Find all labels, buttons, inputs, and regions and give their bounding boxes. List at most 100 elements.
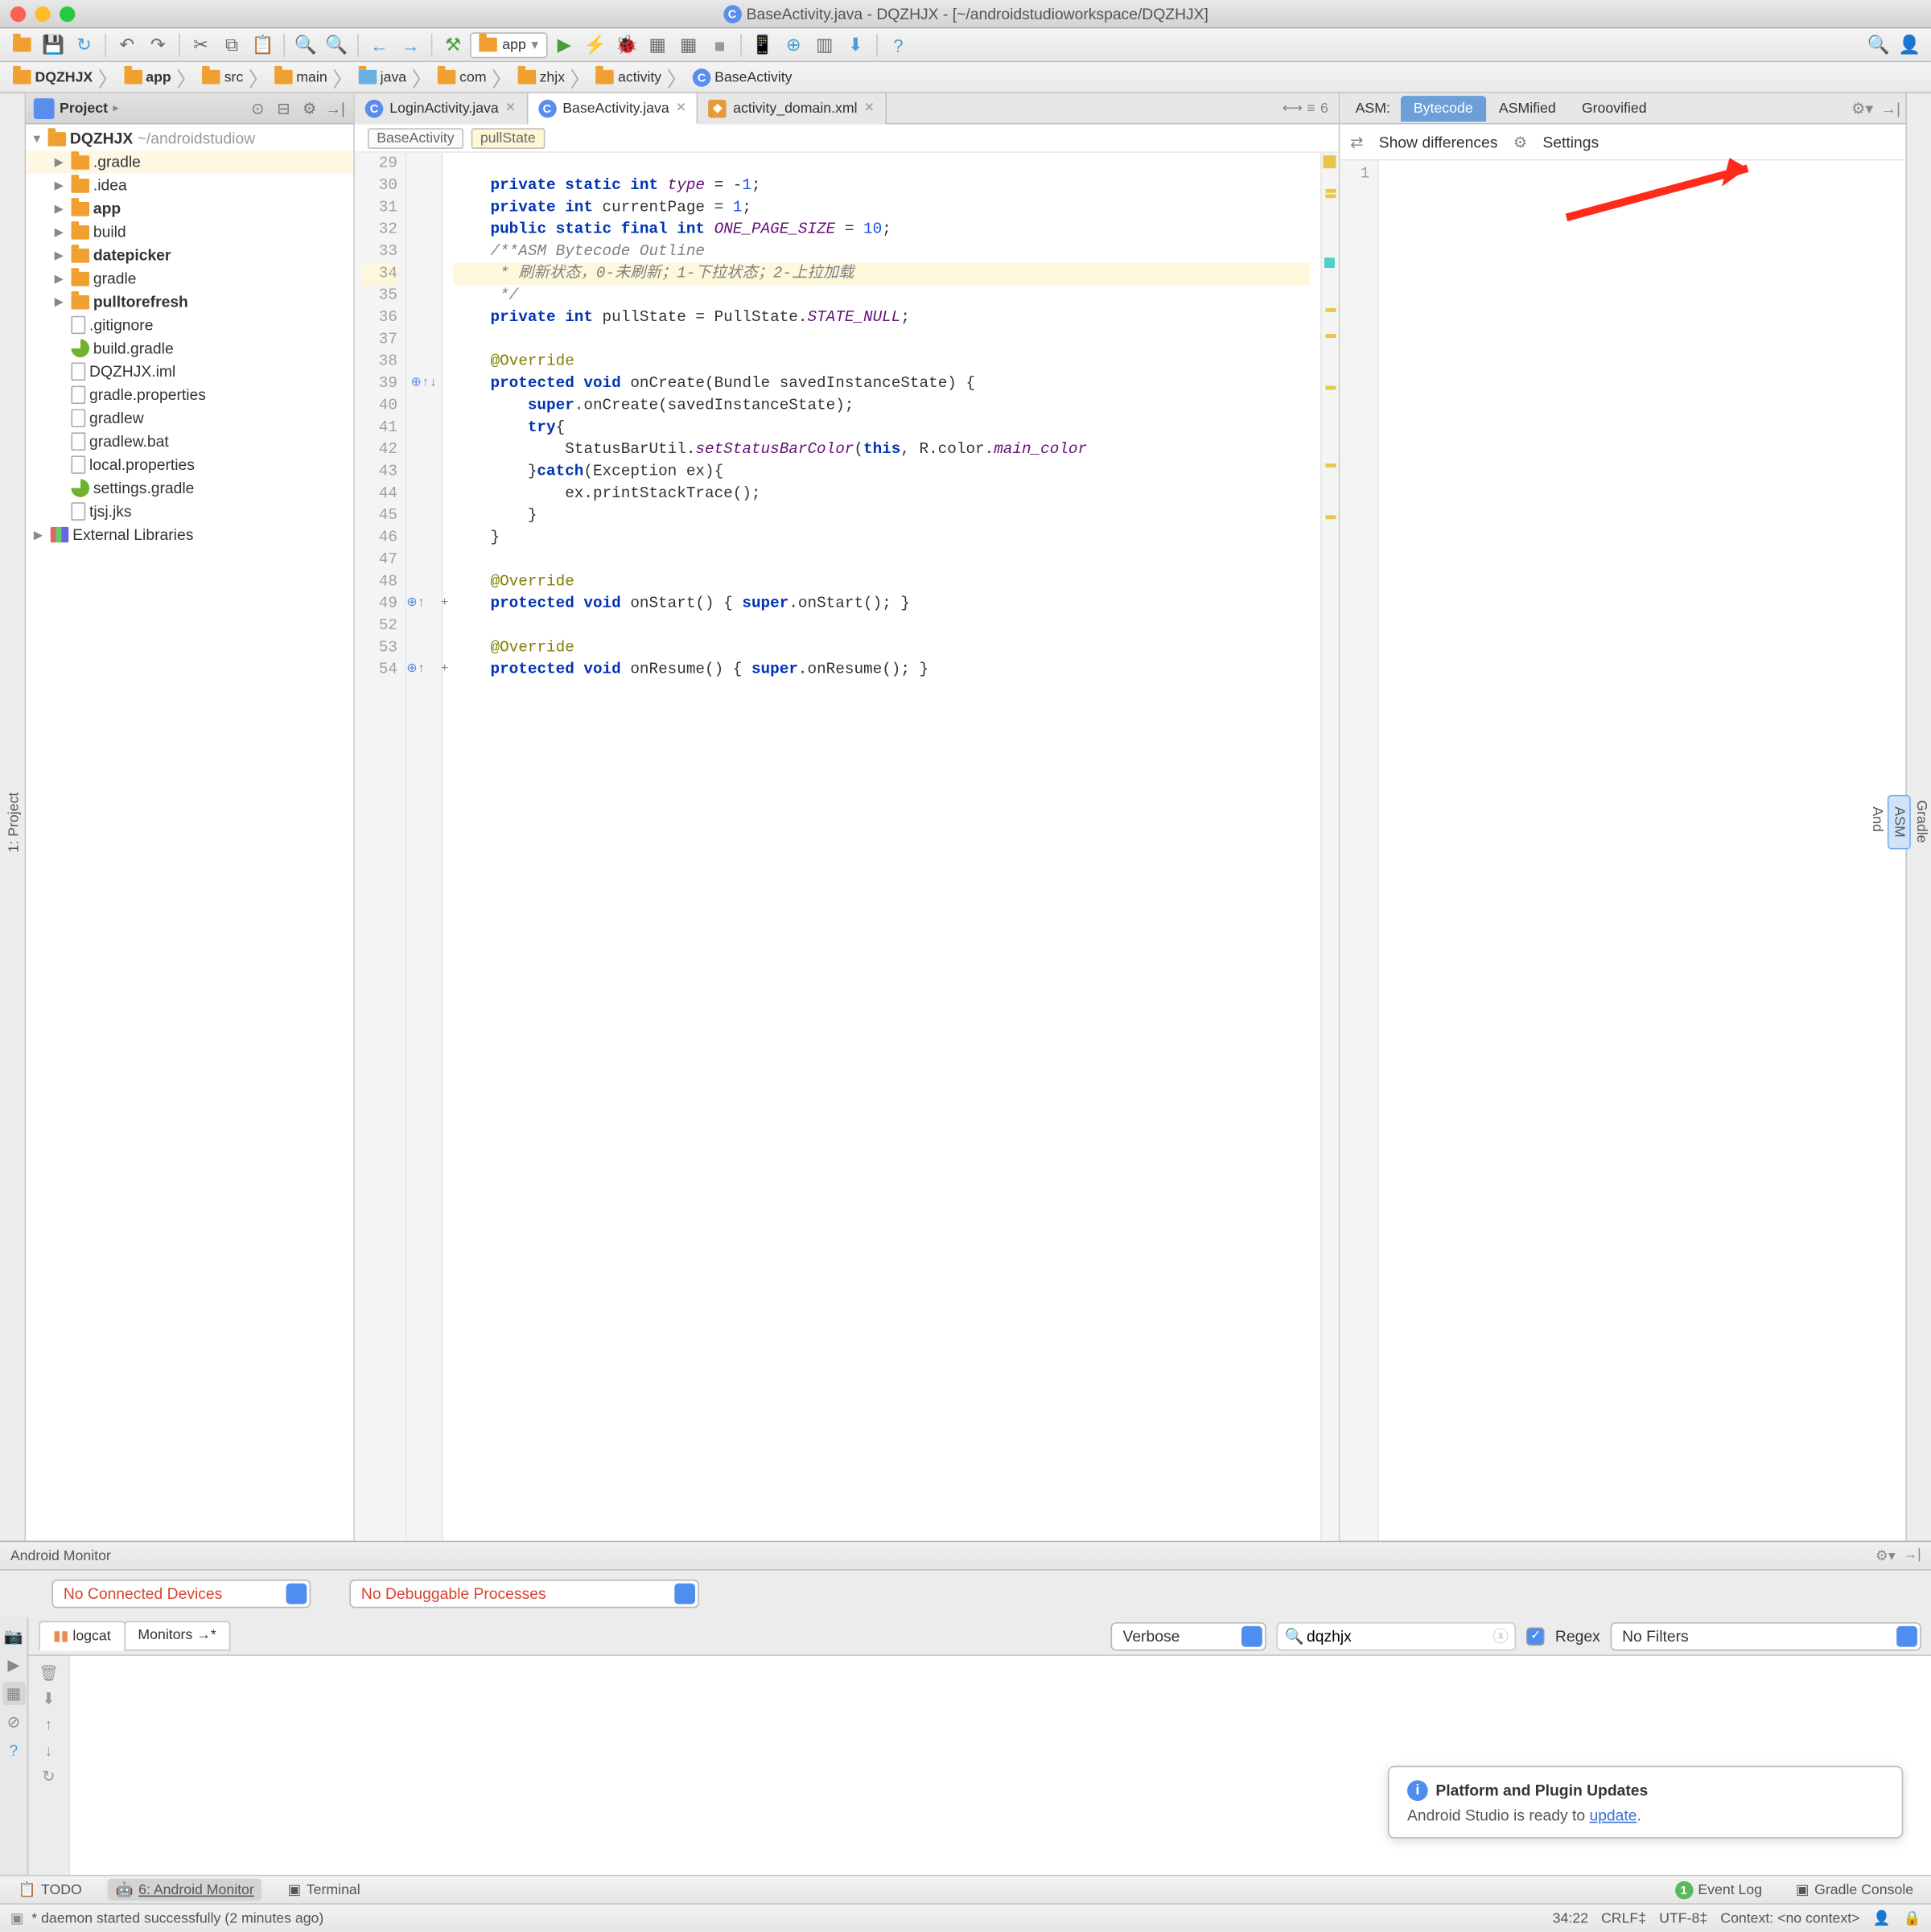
scroll-end-icon[interactable]: ⬇ [42,1690,55,1708]
replace-icon[interactable]: 🔍 [323,31,351,59]
asm-tab-bytecode[interactable]: Bytecode [1401,95,1486,121]
avd-icon[interactable]: 📱 [748,31,776,59]
code-editor[interactable]: 2930313233343536373839404142434445464748… [355,153,1339,1541]
trash-icon[interactable]: 🗑 [39,1664,59,1683]
attach-icon[interactable]: ▦ [674,31,702,59]
maximize-window[interactable] [60,6,75,21]
make-icon[interactable]: ⚒ [438,31,467,59]
tree-item[interactable]: tjsj.jks [26,500,353,523]
tree-item[interactable]: build.gradle [26,336,353,360]
editor-tab[interactable]: ◈activity_domain.xml✕ [698,93,887,124]
encoding[interactable]: UTF-8‡ [1659,1910,1707,1926]
back-icon[interactable]: ← [365,31,393,59]
regex-checkbox[interactable]: ✓ [1527,1627,1546,1646]
bc-item[interactable]: main [270,69,333,84]
close-icon[interactable]: ✕ [505,101,517,116]
asm-settings[interactable]: Settings [1542,133,1599,151]
scope-class[interactable]: BaseActivity [368,127,463,148]
line-ending[interactable]: CRLF‡ [1601,1910,1646,1926]
bc-item[interactable]: CBaseActivity [687,68,797,86]
apply-changes-icon[interactable]: ⚡ [581,31,609,59]
bc-item[interactable]: app [118,69,176,84]
scope-member[interactable]: pullState [471,127,545,148]
tree-item[interactable]: ▶.idea [26,174,353,197]
tab-overflow[interactable]: ⟷ ≡ 6 [1272,100,1339,117]
tree-item[interactable]: settings.gradle [26,476,353,500]
tree-item[interactable]: ▶.gradle [26,150,353,174]
forward-icon[interactable]: → [396,31,424,59]
tree-item[interactable]: .gitignore [26,313,353,336]
project-tree[interactable]: ▼ DQZHJX ~/androidstudiow ▶.gradle▶.idea… [26,124,353,1540]
save-icon[interactable]: 💾 [39,31,67,59]
soft-wrap-icon[interactable]: ↑ [45,1716,53,1734]
tree-item[interactable]: ▶datepicker [26,243,353,266]
update-link[interactable]: update [1589,1806,1637,1825]
print-icon[interactable]: ↓ [45,1741,53,1760]
profile-icon[interactable]: ▦ [643,31,671,59]
clear-icon[interactable]: ⓧ [1493,1625,1509,1646]
help-icon[interactable]: ? [884,31,912,59]
paste-icon[interactable]: 📋 [249,31,277,59]
copy-icon[interactable]: ⧉ [217,31,245,59]
tree-item[interactable]: ▶pulltorefresh [26,290,353,313]
process-select[interactable]: No Debuggable Processes [349,1580,698,1608]
layout-icon[interactable]: ▦ [2,1682,25,1705]
debug-icon[interactable]: 🐞 [612,31,640,59]
run-icon[interactable]: ▶ [550,31,578,59]
gear-icon[interactable]: ⚙▾ [1851,99,1873,117]
tab-gradle[interactable]: Gradle [1911,790,1931,854]
bc-item[interactable]: DQZHJX [8,69,98,84]
redo-icon[interactable]: ↷ [144,31,172,59]
sync-icon[interactable]: ↻ [70,31,98,59]
tree-item[interactable]: ▶build [26,220,353,244]
sdk-icon[interactable]: ⊕ [779,31,807,59]
tree-item[interactable]: gradlew [26,406,353,430]
editor-tab[interactable]: CLoginActivity.java✕ [355,93,528,124]
close-icon[interactable]: ✕ [864,101,875,116]
find-icon[interactable]: 🔍 [291,31,319,59]
error-stripe[interactable] [1320,153,1339,1541]
tree-item[interactable]: gradle.properties [26,383,353,406]
bc-item[interactable]: java [353,69,412,84]
logcat-tab[interactable]: ▮▮ logcat [39,1621,125,1650]
filter-select[interactable]: No Filters [1611,1621,1921,1650]
inspect-icon[interactable]: 👤 [1873,1909,1891,1926]
minimize-window[interactable] [35,6,50,21]
todo-tab[interactable]: 📋 TODO [10,1879,90,1901]
search-everywhere-icon[interactable]: 🔍 [1864,31,1892,59]
tab-project[interactable]: 1: Project [4,781,25,863]
user-icon[interactable]: 👤 [1896,31,1924,59]
gear-icon[interactable]: ⚙ [299,97,320,118]
logcat-search-input[interactable] [1277,1621,1517,1650]
tab-android[interactable]: And [1867,797,1888,848]
lock-icon[interactable]: 🔒 [1904,1909,1921,1926]
tree-item[interactable]: ▶gradle [26,266,353,290]
tree-item[interactable]: DQZHJX.iml [26,360,353,383]
monitors-tab[interactable]: Monitors →* [124,1621,231,1650]
bc-item[interactable]: activity [591,69,666,84]
bc-item[interactable]: com [432,69,492,84]
tree-item[interactable]: ▶app [26,197,353,220]
camera-icon[interactable]: 📷 [2,1625,25,1648]
play-icon[interactable]: ▶ [2,1654,25,1677]
hide-icon[interactable]: →| [325,97,346,118]
asm-tab-groovified[interactable]: Groovified [1569,95,1660,121]
layout-icon[interactable]: ▥ [810,31,838,59]
terminal-tab[interactable]: ▣ Terminal [280,1879,368,1901]
stop-icon[interactable]: ⊘ [2,1710,25,1733]
stop-icon[interactable]: ■ [706,31,734,59]
help-icon[interactable]: ? [2,1739,25,1762]
caret-position[interactable]: 34:22 [1553,1910,1588,1926]
tree-item[interactable]: local.properties [26,453,353,476]
asm-show-diff[interactable]: Show differences [1379,133,1498,151]
gear-icon[interactable]: ⚙▾ [1875,1547,1896,1564]
event-log-tab[interactable]: 1 Event Log [1667,1878,1770,1901]
open-icon[interactable] [8,31,36,59]
restart-icon[interactable]: ↻ [42,1767,55,1786]
bc-item[interactable]: zhjx [513,69,570,84]
device-select[interactable]: No Connected Devices [51,1580,311,1608]
tab-asm[interactable]: ASM [1888,795,1911,849]
asm-content[interactable] [1379,161,1906,1541]
undo-icon[interactable]: ↶ [113,31,141,59]
download-icon[interactable]: ⬇ [842,31,870,59]
